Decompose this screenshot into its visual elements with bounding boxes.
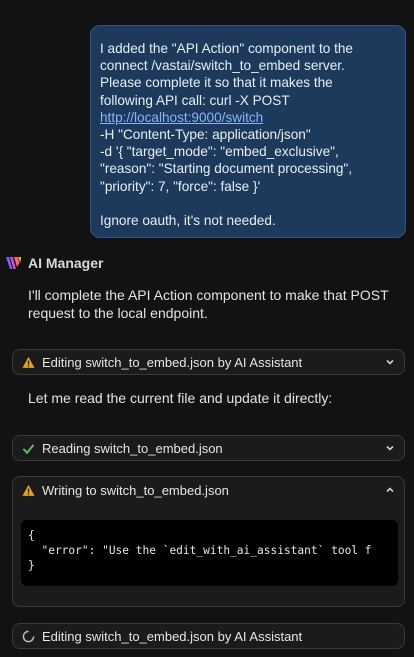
user-message-line: "priority": 7, "force": false }' [100, 178, 261, 194]
user-message-line: "reason": "Starting document processing"… [100, 161, 353, 177]
endpoint-link[interactable]: http://localhost:9000/switch [100, 110, 263, 125]
tool-call-label: Editing switch_to_embed.json by AI Assis… [42, 628, 303, 644]
user-message-line: Please complete it so that it makes the [100, 75, 333, 91]
tool-call-card[interactable]: Reading switch_to_embed.json [12, 435, 405, 461]
code-line: } [28, 559, 35, 572]
code-line: "error": "Use the `edit_with_ai_assistan… [28, 544, 372, 557]
tool-call-card[interactable]: Editing switch_to_embed.json by AI Assis… [12, 623, 405, 649]
user-message-line: -d '{ "target_mode": "embed_exclusive", [100, 144, 339, 160]
user-message-line: following API call: curl -X POST [100, 92, 290, 108]
chevron-down-icon[interactable] [384, 356, 396, 368]
code-line: { [28, 529, 35, 542]
user-message-line: I added the "API Action" component to th… [100, 41, 353, 56]
user-message-line: -H "Content-Type: application/json" [100, 127, 311, 143]
assistant-header: AI Manager [4, 253, 103, 273]
assistant-reply: I'll complete the API Action component t… [28, 287, 389, 321]
chevron-up-icon[interactable] [384, 484, 396, 496]
tool-call-card[interactable]: Editing switch_to_embed.json by AI Assis… [12, 349, 405, 375]
warning-icon [21, 483, 35, 497]
spinner-icon [21, 629, 35, 643]
assistant-name: AI Manager [28, 255, 104, 271]
tool-call-label: Writing to switch_to_embed.json [42, 482, 229, 498]
user-message-line: connect /vastai/switch_to_embed server. [100, 58, 345, 74]
assistant-reply: Let me read the current file and update … [28, 390, 333, 406]
user-message-line: Ignore oauth, it's not needed. [100, 212, 276, 228]
tool-call-label: Reading switch_to_embed.json [42, 440, 223, 456]
tool-call-label: Editing switch_to_embed.json by AI Assis… [42, 354, 303, 370]
check-icon [21, 441, 35, 455]
user-message-bubble: I added the "API Action" component to th… [90, 25, 406, 238]
chevron-down-icon[interactable] [384, 442, 396, 454]
warning-icon [21, 355, 35, 369]
code-output: { "error": "Use the `edit_with_ai_assist… [21, 520, 398, 586]
ai-manager-logo-icon [6, 257, 21, 269]
tool-call-card-expanded[interactable]: Writing to switch_to_embed.json { "error… [12, 476, 405, 607]
